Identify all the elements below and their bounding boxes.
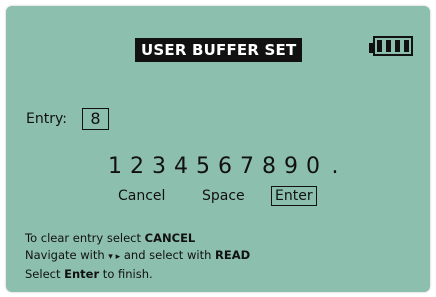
digit-key-7[interactable]: 7 [236,154,258,180]
help-text-segment: Navigate with [25,248,109,262]
digit-key-8[interactable]: 8 [258,154,280,180]
device-screen: USER BUFFER SET Entry: 8 1 2 3 4 5 6 7 8… [6,6,430,292]
help-text-segment: and select with [120,248,216,262]
battery-cell [404,40,409,52]
battery-cell [377,40,382,52]
digit-key-1[interactable]: 1 [104,154,126,180]
screen-title: USER BUFFER SET [135,38,303,62]
battery-cell [395,40,400,52]
arrow-keys-icon: ▾ ▸ [108,252,121,262]
help-line-finish: Select Enter to finish. [25,266,250,283]
digit-key-3[interactable]: 3 [148,154,170,180]
digit-key-0[interactable]: 0 [302,154,324,180]
battery-cell [386,40,391,52]
digit-key-9[interactable]: 9 [280,154,302,180]
decimal-point-key[interactable]: . [324,154,346,180]
space-button[interactable]: Space [202,186,245,206]
help-keyword-cancel: CANCEL [144,231,196,245]
help-text-segment: Select [25,267,65,281]
battery-body [373,36,413,56]
digit-key-2[interactable]: 2 [126,154,148,180]
cancel-button[interactable]: Cancel [118,186,165,206]
help-text-segment: To clear entry select [25,231,145,245]
battery-icon [369,36,419,60]
digit-key-4[interactable]: 4 [170,154,192,180]
digit-key-6[interactable]: 6 [214,154,236,180]
help-text-segment: to finish. [99,267,153,281]
help-keyword-read: READ [215,248,251,262]
entry-field[interactable]: 8 [82,108,109,130]
help-keyword-enter: Enter [64,267,100,281]
entry-label: Entry: [26,111,67,127]
digit-keypad: 1 2 3 4 5 6 7 8 9 0 . [104,154,346,180]
help-line-navigate: Navigate with ▾ ▸ and select with READ [25,247,250,266]
enter-button[interactable]: Enter [271,186,317,206]
digit-key-5[interactable]: 5 [192,154,214,180]
help-line-clear: To clear entry select CANCEL [25,230,250,247]
help-text: To clear entry select CANCEL Navigate wi… [25,230,250,283]
